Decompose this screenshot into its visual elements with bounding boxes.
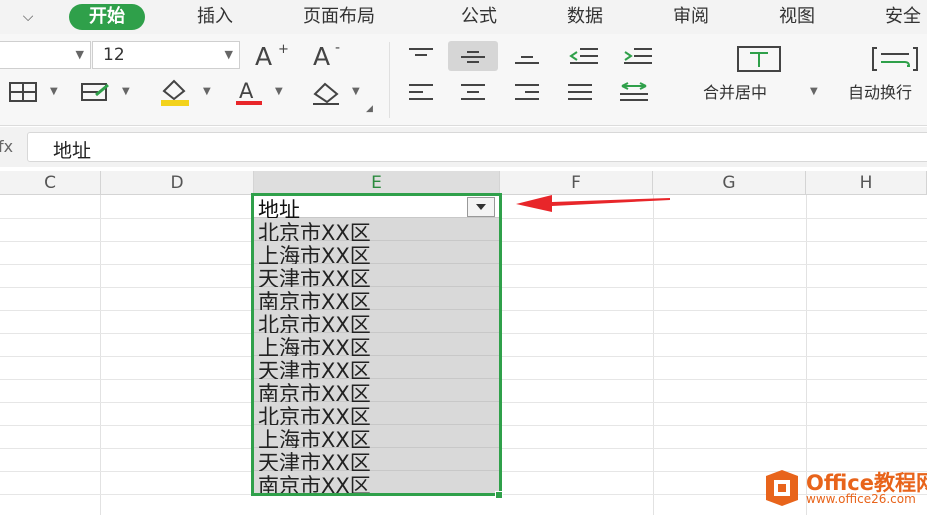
justify-icon[interactable] xyxy=(563,78,597,106)
formula-value: 地址 xyxy=(53,140,92,162)
column-header-e[interactable]: E xyxy=(254,171,500,195)
tab-review[interactable]: 审阅 xyxy=(673,4,709,30)
grid-line xyxy=(100,195,101,515)
align-middle-icon[interactable] xyxy=(456,42,490,70)
increase-indent-icon[interactable] xyxy=(620,42,656,70)
align-left-icon[interactable] xyxy=(404,78,438,106)
chevron-down-icon[interactable]: ▼ xyxy=(203,86,211,97)
collapse-ribbon-icon[interactable]: ⌵ xyxy=(16,6,40,28)
align-bottom-icon[interactable] xyxy=(510,42,544,70)
chevron-down-icon[interactable]: ▼ xyxy=(122,86,130,97)
font-color-icon[interactable]: A xyxy=(233,76,265,108)
menu-bar: ⌵ 开始 插入 页面布局 公式 数据 审阅 视图 安全 xyxy=(0,0,927,34)
ribbon-separator xyxy=(389,42,390,118)
chevron-down-icon[interactable]: ▼ xyxy=(352,86,360,97)
tab-home[interactable]: 开始 xyxy=(69,4,145,30)
tab-security[interactable]: 安全 xyxy=(885,4,921,30)
formula-bar: fx 地址 xyxy=(0,127,927,167)
chevron-down-icon[interactable]: ▼ xyxy=(810,86,818,97)
align-top-icon[interactable] xyxy=(404,42,438,70)
ribbon: ▼ 12 ▼ A + A- ▼ ▼ ▼ A ▼ ▼ ◢ 合并居中 ▼ 自动换行 xyxy=(0,34,927,126)
svg-text:A: A xyxy=(313,42,330,69)
tab-page-layout[interactable]: 页面布局 xyxy=(303,4,375,30)
chevron-down-icon: ▼ xyxy=(224,48,233,61)
tab-data[interactable]: 数据 xyxy=(567,4,603,30)
merge-center-label[interactable]: 合并居中 xyxy=(703,79,767,103)
chevron-down-icon: ▼ xyxy=(75,48,84,61)
chevron-down-icon[interactable]: ▼ xyxy=(275,86,283,97)
tab-view[interactable]: 视图 xyxy=(779,4,815,30)
increase-font-size-icon[interactable]: A + xyxy=(252,40,290,70)
distributed-align-icon[interactable] xyxy=(616,78,652,106)
tab-formulas[interactable]: 公式 xyxy=(461,4,497,30)
font-size-value: 12 xyxy=(103,45,125,65)
merge-center-icon[interactable] xyxy=(735,44,783,74)
decrease-indent-icon[interactable] xyxy=(566,42,602,70)
align-center-icon[interactable] xyxy=(456,78,490,106)
column-header-d[interactable]: D xyxy=(101,171,254,195)
svg-text:A: A xyxy=(255,42,272,69)
wrap-text-icon[interactable] xyxy=(870,44,920,74)
fill-handle[interactable] xyxy=(495,491,503,499)
cell-style-icon[interactable] xyxy=(78,78,112,106)
borders-icon[interactable] xyxy=(6,78,40,106)
svg-text:A: A xyxy=(239,79,254,103)
formula-input[interactable]: 地址 xyxy=(27,132,927,162)
decrease-font-size-icon[interactable]: A- xyxy=(310,40,348,70)
red-arrow-icon xyxy=(516,195,670,212)
font-name-select[interactable]: ▼ xyxy=(0,41,91,69)
watermark: Office教程网 www.office26.com xyxy=(762,466,927,510)
column-header-g[interactable]: G xyxy=(653,171,806,195)
grid-line xyxy=(653,195,654,515)
font-size-select[interactable]: 12 ▼ xyxy=(92,41,240,69)
clear-format-icon[interactable] xyxy=(308,76,344,108)
fx-label[interactable]: fx xyxy=(0,137,13,156)
wrap-text-label[interactable]: 自动换行 xyxy=(848,79,912,103)
chevron-down-icon[interactable]: ▼ xyxy=(50,86,58,97)
office-logo-icon xyxy=(766,470,798,506)
column-header-c[interactable]: C xyxy=(0,171,101,195)
selection-border xyxy=(251,193,502,496)
tab-insert[interactable]: 插入 xyxy=(197,4,233,30)
column-header-h[interactable]: H xyxy=(806,171,927,195)
fill-color-icon[interactable] xyxy=(157,76,193,108)
dialog-launcher-icon[interactable]: ◢ xyxy=(366,104,373,114)
svg-text:-: - xyxy=(335,41,340,56)
watermark-url: www.office26.com xyxy=(806,492,916,506)
align-right-icon[interactable] xyxy=(510,78,544,106)
svg-text:+: + xyxy=(278,42,289,57)
